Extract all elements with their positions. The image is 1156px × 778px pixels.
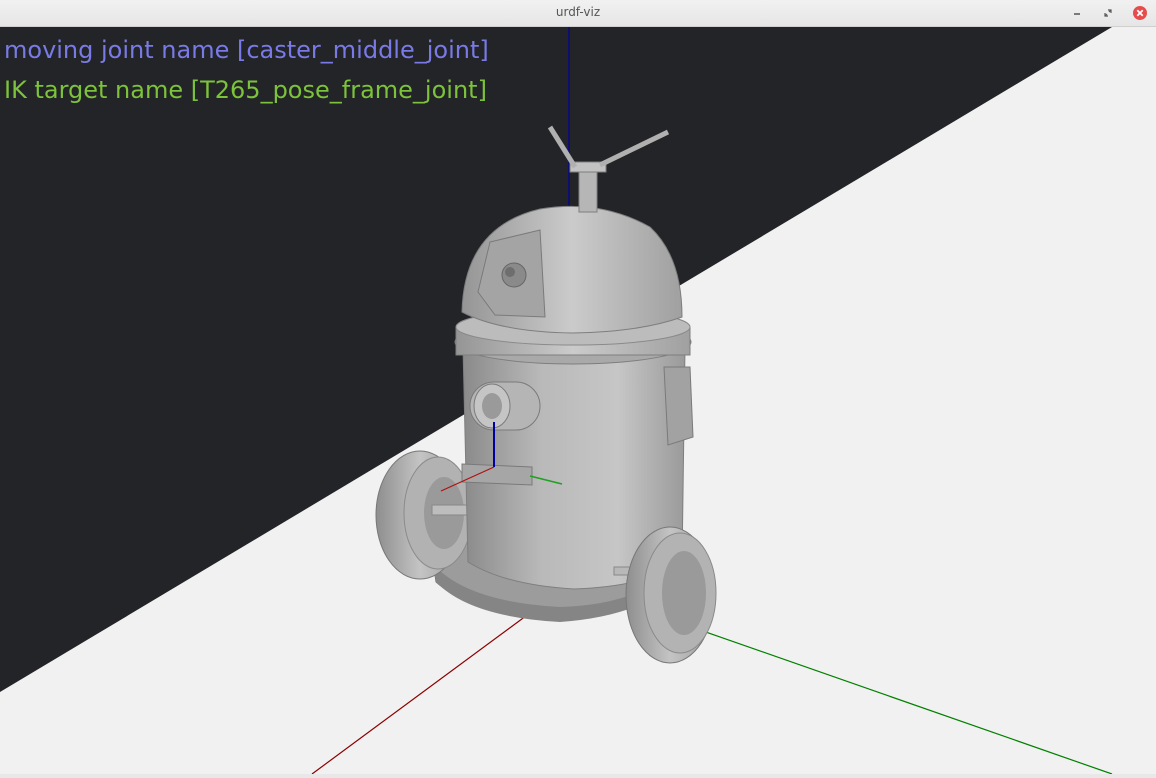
minimize-button[interactable] [1069,5,1085,21]
3d-viewport[interactable]: moving joint name [caster_middle_joint] … [0,27,1156,775]
scene-canvas[interactable] [0,27,1156,775]
side-bumper [663,366,694,446]
restore-button[interactable] [1100,5,1116,21]
window-title: urdf-viz [555,5,601,19]
ik-target-label: IK target name [T265_pose_frame_joint] [4,76,487,104]
front-sensor [469,381,541,431]
title-bar[interactable]: urdf-viz [0,0,1156,27]
close-icon [1133,6,1147,20]
top-mast [578,166,598,213]
minimize-icon [1074,13,1080,15]
moving-joint-label: moving joint name [caster_middle_joint] [4,36,489,64]
restore-icon [1104,9,1112,17]
front-handle [461,463,533,486]
close-button[interactable] [1132,5,1148,21]
